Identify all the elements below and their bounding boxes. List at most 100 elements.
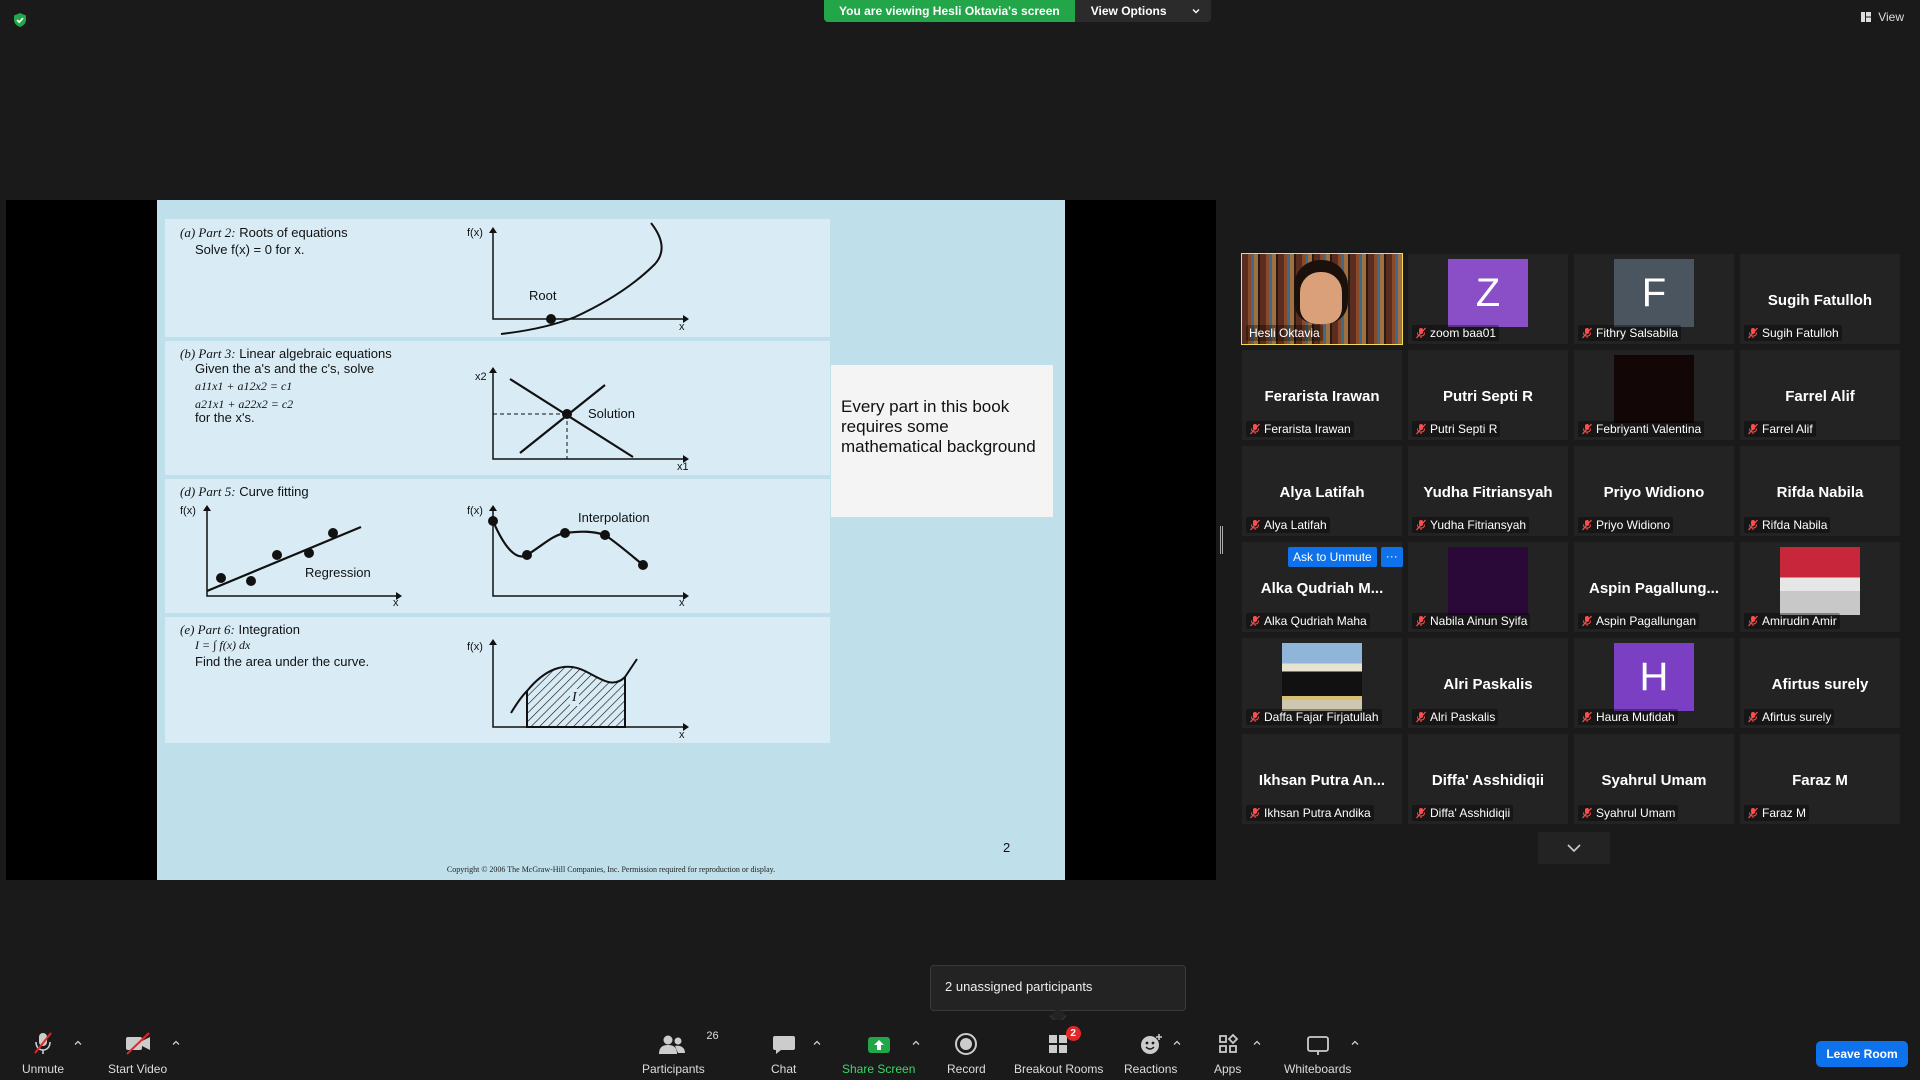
breakout-badge: 2 [1065, 1026, 1081, 1041]
participant-name: Afirtus surely [1762, 710, 1832, 724]
panel-resize-handle[interactable] [1220, 526, 1223, 554]
participant-display-name: Yudha Fitriansyah [1423, 484, 1553, 501]
root-point [546, 314, 556, 324]
view-options-button[interactable]: View Options [1074, 0, 1211, 22]
participant-name-label: Rifda Nabila [1744, 517, 1831, 533]
participant-tile[interactable]: Alya Latifah Alya Latifah [1242, 446, 1402, 536]
participant-face [1300, 272, 1342, 324]
microphone-muted-icon [1250, 423, 1260, 435]
reactions-options-caret-icon[interactable] [1172, 1038, 1182, 1048]
participant-name: Hesli Oktavia [1249, 326, 1320, 340]
participant-name-label: Daffa Fajar Firjatullah [1246, 709, 1382, 725]
participant-name-label: Ferarista Irawan [1246, 421, 1354, 437]
participant-tile[interactable]: Daffa Fajar Firjatullah [1242, 638, 1402, 728]
slide-copyright: Copyright © 2006 The McGraw-Hill Compani… [446, 865, 776, 874]
view-layout-button[interactable]: View [1860, 10, 1904, 24]
participant-tile[interactable]: Diffa' Asshidiqii Diffa' Asshidiqii [1408, 734, 1568, 824]
audio-options-caret-icon[interactable] [73, 1038, 83, 1048]
participant-tile[interactable]: Febriyanti Valentina [1574, 350, 1734, 440]
participants-count: 26 [706, 1030, 719, 1042]
participant-tile[interactable]: Priyo Widiono Priyo Widiono [1574, 446, 1734, 536]
microphone-muted-icon [1416, 519, 1426, 531]
participant-name-label: Farrel Alif [1744, 421, 1816, 437]
record-button[interactable]: Record [947, 1030, 986, 1076]
participant-name-label: Febriyanti Valentina [1578, 421, 1705, 437]
share-screen-label: Share Screen [842, 1062, 916, 1076]
microphone-muted-icon [1250, 807, 1260, 819]
view-label: View [1878, 10, 1904, 24]
participant-name: Nabila Ainun Syifa [1430, 614, 1528, 628]
panel-curve-fitting: (d) Part 5: Curve fitting f(x) x f(x) x … [165, 479, 830, 613]
participant-tile[interactable]: Sugih Fatulloh Sugih Fatulloh [1740, 254, 1900, 344]
video-options-caret-icon[interactable] [171, 1038, 181, 1048]
participant-tile[interactable]: Zzoom baa01 [1408, 254, 1568, 344]
participant-tile[interactable]: Ikhsan Putra An... Ikhsan Putra Andika [1242, 734, 1402, 824]
gallery-next-page-button[interactable] [1538, 832, 1610, 864]
participant-tile[interactable]: H Haura Mufidah [1574, 638, 1734, 728]
participant-video [1448, 547, 1528, 615]
participant-name: Priyo Widiono [1596, 518, 1671, 532]
participant-name-label: Priyo Widiono [1578, 517, 1674, 533]
whiteboards-button[interactable]: Whiteboards [1284, 1030, 1351, 1076]
ask-to-unmute-button[interactable]: Ask to Unmute [1288, 547, 1377, 567]
participant-tile[interactable]: Putri Septi R Putri Septi R [1408, 350, 1568, 440]
participant-display-name: Ferarista Irawan [1264, 388, 1380, 405]
participant-tile[interactable]: Farrel Alif Farrel Alif [1740, 350, 1900, 440]
security-shield-icon[interactable] [12, 12, 28, 28]
microphone-muted-icon [1416, 711, 1426, 723]
participant-display-name: Rifda Nabila [1776, 484, 1864, 501]
participant-name: Alka Qudriah Maha [1264, 614, 1367, 628]
linear-graph [489, 367, 689, 463]
ask-to-unmute-group: Ask to Unmute ··· [1288, 547, 1403, 567]
participant-tile[interactable]: Aspin Pagallung... Aspin Pagallungan [1574, 542, 1734, 632]
apps-button[interactable]: Apps [1214, 1030, 1241, 1076]
participant-display-name: Syahrul Umam [1601, 772, 1707, 789]
participant-tile[interactable]: Afirtus surely Afirtus surely [1740, 638, 1900, 728]
unmute-button[interactable]: Unmute [22, 1030, 64, 1076]
participant-name: Putri Septi R [1430, 422, 1498, 436]
microphone-muted-icon [1416, 807, 1426, 819]
participant-name: Yudha Fitriansyah [1430, 518, 1527, 532]
participants-button[interactable]: 26 Participants [642, 1030, 719, 1076]
participant-display-name: Diffa' Asshidiqii [1431, 772, 1545, 789]
participant-name: Syahrul Umam [1596, 806, 1676, 820]
leave-room-button[interactable]: Leave Room [1816, 1041, 1908, 1067]
reactions-button[interactable]: Reactions [1124, 1030, 1177, 1076]
apps-icon [1218, 1033, 1238, 1053]
participant-display-name: Alya Latifah [1279, 484, 1365, 501]
participant-tile[interactable]: Amirudin Amir [1740, 542, 1900, 632]
participant-name-label: Syahrul Umam [1578, 805, 1679, 821]
share-screen-button[interactable]: Share Screen [842, 1030, 915, 1076]
chat-button[interactable]: Chat [771, 1030, 796, 1076]
microphone-muted-icon [1582, 807, 1592, 819]
share-options-caret-icon[interactable] [911, 1038, 921, 1048]
participant-name-label: Alri Paskalis [1412, 709, 1499, 725]
participant-tile[interactable]: Faraz M Faraz M [1740, 734, 1900, 824]
avatar: H [1614, 643, 1694, 711]
tile-more-options-button[interactable]: ··· [1380, 547, 1403, 567]
apps-options-caret-icon[interactable] [1252, 1038, 1262, 1048]
avatar: Z [1448, 259, 1528, 327]
participant-tile[interactable]: Yudha Fitriansyah Yudha Fitriansyah [1408, 446, 1568, 536]
chat-options-caret-icon[interactable] [812, 1038, 822, 1048]
participant-tile[interactable]: Hesli Oktavia [1241, 253, 1403, 345]
integration-graph [489, 639, 689, 731]
participant-tile[interactable]: Rifda Nabila Rifda Nabila [1740, 446, 1900, 536]
avatar: F [1614, 259, 1694, 327]
slide-callout: Every part in this book requires some ma… [831, 365, 1053, 517]
start-video-button[interactable]: Start Video [108, 1030, 167, 1076]
participant-tile[interactable]: Syahrul Umam Syahrul Umam [1574, 734, 1734, 824]
participant-tile[interactable]: Nabila Ainun Syifa [1408, 542, 1568, 632]
participant-name-label: Diffa' Asshidiqii [1412, 805, 1514, 821]
participant-tile[interactable]: Ferarista Irawan Ferarista Irawan [1242, 350, 1402, 440]
participant-name-label: Amirudin Amir [1744, 613, 1840, 629]
participant-name-label: Aspin Pagallungan [1578, 613, 1700, 629]
participant-tile[interactable]: Alri Paskalis Alri Paskalis [1408, 638, 1568, 728]
whiteboards-options-caret-icon[interactable] [1350, 1038, 1360, 1048]
participant-name: Alri Paskalis [1430, 710, 1496, 724]
participant-display-name: Aspin Pagallung... [1588, 580, 1719, 597]
participant-name-label: Afirtus surely [1744, 709, 1835, 725]
participant-tile[interactable]: F Fithry Salsabila [1574, 254, 1734, 344]
unmute-label: Unmute [22, 1062, 65, 1076]
breakout-rooms-button[interactable]: 2 Breakout Rooms [1014, 1026, 1103, 1076]
